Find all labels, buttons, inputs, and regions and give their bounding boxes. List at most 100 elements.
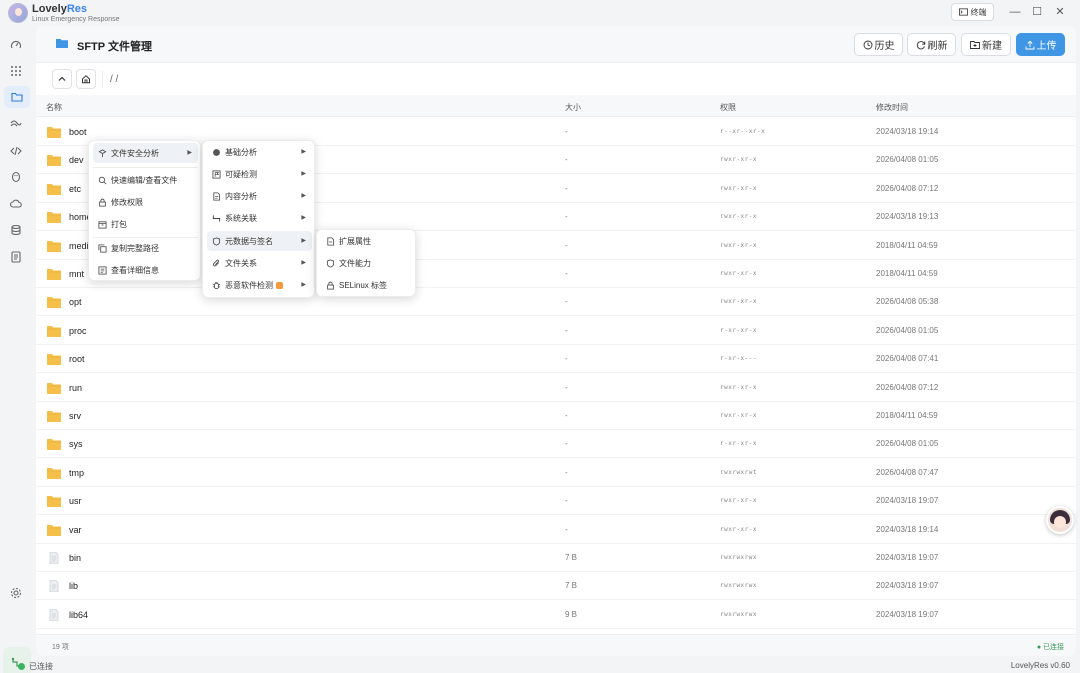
column-mtime[interactable]: 修改时间 — [876, 102, 908, 113]
app-subtitle: Linux Emergency Response — [32, 16, 120, 23]
file-name: bin — [69, 553, 82, 563]
sidebar-linux-icon[interactable] — [8, 169, 24, 185]
sidebar-database-icon[interactable] — [8, 222, 24, 238]
sidebar-network-icon[interactable] — [8, 116, 24, 132]
submenu-item-system[interactable]: 系统关联 ▶ — [207, 208, 312, 228]
table-row[interactable]: opt - rwxr-xr-x 2026/04/08 05:38 — [36, 288, 1076, 317]
file-size: - — [565, 354, 568, 364]
assistant-avatar[interactable] — [1046, 506, 1074, 534]
submenu-arrow-icon: ▶ — [187, 150, 192, 156]
file-icon — [49, 552, 59, 564]
file-mtime: 2024/03/18 19:07 — [876, 581, 939, 591]
sidebar-code-icon[interactable] — [8, 143, 24, 159]
column-size[interactable]: 大小 — [565, 102, 581, 113]
context-menu: 文件安全分析 ▶ 快速编辑/查看文件 修改权限 打包 复制完整路径 查看详细信息 — [88, 140, 201, 281]
file-permissions: rwxr-xr-x — [720, 270, 758, 277]
sidebar-folder-icon[interactable] — [4, 86, 30, 108]
minimize-button[interactable]: — — [1007, 4, 1023, 20]
terminal-button[interactable]: 终端 — [951, 3, 994, 21]
folder-icon — [47, 496, 61, 508]
folder-icon — [47, 325, 61, 337]
submenu-item-selinux[interactable]: SELinux 标签 — [321, 275, 413, 295]
submenu-item-content[interactable]: 内容分析 ▶ — [207, 186, 312, 206]
file-permissions: rwxrwxrwx — [720, 582, 758, 590]
file-name: lib64 — [69, 609, 89, 620]
table-row[interactable]: lib64 9 B rwxrwxrwx 2024/03/18 19:07 — [36, 601, 1076, 629]
file-name: run — [69, 382, 83, 393]
table-row[interactable]: tmp - rwxrwxrwt 2026/04/08 07:47 — [36, 459, 1076, 487]
shield-icon — [325, 258, 335, 268]
table-row[interactable]: root - r-xr-x--- 2026/04/08 07:41 — [36, 345, 1076, 374]
menu-item-security-analysis[interactable]: 文件安全分析 ▶ — [93, 143, 198, 163]
folder-icon — [47, 411, 61, 422]
maximize-button[interactable]: ☐ — [1029, 4, 1045, 20]
sidebar-settings-icon[interactable] — [8, 585, 24, 601]
connection-label: 已连接 — [29, 662, 53, 671]
sidebar — [0, 30, 32, 673]
submenu-item-relations[interactable]: 文件关系 ▶ — [207, 253, 312, 273]
submenu-item-xattr[interactable]: 扩展属性 — [321, 231, 413, 251]
file-permissions: rwxr-xr-x — [720, 298, 758, 306]
menu-item-pack[interactable]: 打包 — [93, 214, 198, 234]
file-name: usr — [69, 496, 82, 507]
file-mtime: 2024/03/18 19:14 — [876, 524, 939, 534]
refresh-label: 刷新 — [927, 41, 948, 52]
file-name: mnt — [69, 269, 85, 279]
file-mtime: 2026/04/08 07:47 — [876, 467, 939, 477]
file-permissions: r--xr--xr-x — [720, 128, 766, 135]
chevron-up-icon — [58, 76, 66, 81]
refresh-button[interactable]: 刷新 — [907, 33, 956, 56]
file-permissions: r-xr-xr-x — [720, 326, 758, 334]
premium-lock-icon — [276, 281, 283, 289]
table-row[interactable]: bin 7 B rwxrwxrwx 2024/03/18 19:07 — [36, 544, 1076, 572]
submenu-item-suspicious[interactable]: 可疑检测 ▶ — [207, 164, 312, 184]
sidebar-cloud-icon[interactable] — [8, 196, 24, 212]
terminal-icon — [958, 8, 968, 16]
close-button[interactable]: ✕ — [1052, 4, 1068, 20]
column-perm[interactable]: 权限 — [720, 102, 736, 113]
app-version: LovelyRes v0.60 — [1010, 661, 1070, 670]
submenu-item-basic[interactable]: 基础分析 ▶ — [207, 142, 312, 162]
paperclip-icon — [211, 258, 221, 268]
file-name: opt — [69, 297, 82, 308]
submenu-item-malware[interactable]: 恶意软件检测 ▶ — [207, 275, 312, 295]
file-permissions: r-xr-xr-x — [720, 440, 758, 448]
new-button[interactable]: 新建 — [961, 33, 1011, 56]
sidebar-notes-icon[interactable] — [8, 249, 24, 265]
folder-icon — [47, 183, 61, 195]
document-icon — [211, 191, 221, 201]
parent-dir-button[interactable] — [52, 69, 72, 89]
menu-item-details[interactable]: 查看详细信息 — [93, 260, 198, 280]
file-size: - — [565, 240, 568, 250]
submenu-item-caps[interactable]: 文件能力 — [321, 253, 413, 273]
table-row[interactable]: run - rwxr-xr-x 2026/04/08 07:12 — [36, 374, 1076, 402]
upload-button[interactable]: 上传 — [1016, 33, 1065, 56]
home-button[interactable] — [76, 69, 96, 89]
file-size: 7 B — [565, 553, 578, 562]
file-name: var — [69, 524, 82, 535]
file-mtime: 2018/04/11 04:59 — [876, 240, 938, 250]
table-row[interactable]: usr - rwxr-xr-x 2024/03/18 19:07 — [36, 487, 1076, 516]
submenu-item-metadata[interactable]: 元数据与签名 ▶ — [207, 231, 312, 251]
file-size: - — [565, 127, 568, 136]
table-row[interactable]: sys - r-xr-xr-x 2026/04/08 01:05 — [36, 430, 1076, 459]
menu-item-chmod[interactable]: 修改权限 — [93, 192, 198, 212]
column-name[interactable]: 名称 — [46, 102, 62, 113]
folder-icon — [56, 39, 68, 48]
menu-item-quick-edit[interactable]: 快速编辑/查看文件 — [93, 170, 198, 190]
sidebar-apps-icon[interactable] — [8, 63, 24, 79]
file-permissions: rwxr-xr-x — [720, 156, 758, 164]
file-permissions: rwxr-xr-x — [720, 525, 758, 533]
table-row[interactable]: proc - r-xr-xr-x 2026/04/08 01:05 — [36, 317, 1076, 345]
menu-item-copy-path[interactable]: 复制完整路径 — [93, 238, 198, 258]
table-row[interactable]: lib 7 B rwxrwxrwx 2024/03/18 19:07 — [36, 572, 1076, 601]
file-mtime: 2018/04/11 04:59 — [876, 411, 938, 420]
path-input[interactable] — [104, 69, 1068, 89]
file-name: tmp — [69, 467, 85, 478]
file-permissions: rwxrwxrwx — [720, 610, 758, 618]
table-row[interactable]: srv - rwxr-xr-x 2018/04/11 04:59 — [36, 402, 1076, 430]
sidebar-dashboard-icon[interactable] — [8, 37, 24, 53]
history-button[interactable]: 历史 — [854, 33, 903, 56]
file-mtime: 2026/04/08 01:05 — [876, 439, 939, 449]
table-row[interactable]: var - rwxr-xr-x 2024/03/18 19:14 — [36, 516, 1076, 544]
